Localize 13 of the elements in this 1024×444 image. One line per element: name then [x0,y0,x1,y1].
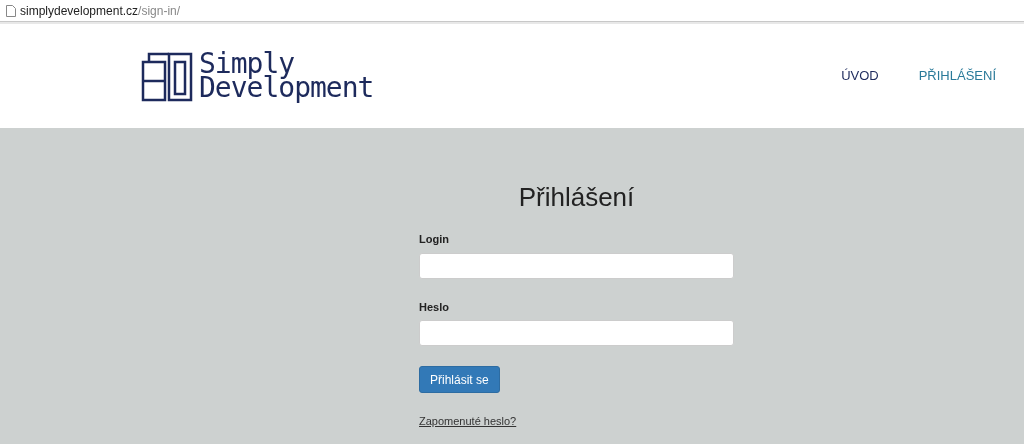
field-label: Heslo [419,299,450,315]
url-host: simplydevelopment.cz [20,2,139,20]
submit-button[interactable]: Přihlásit se [419,366,500,393]
input-field[interactable] [419,252,734,279]
input-field[interactable] [419,320,734,346]
field-label: Login [419,232,450,247]
form-title: Přihlášení [518,181,635,214]
url-path: /sign-in/ [138,2,181,20]
nav-link[interactable]: ÚVOD [841,66,879,86]
forgot-password-link[interactable]: Zapomenuté heslo? [419,413,517,430]
page-icon [6,4,16,17]
nav-link[interactable]: PŘIHLÁŠENÍ [918,66,996,86]
logo-icon [141,50,195,102]
